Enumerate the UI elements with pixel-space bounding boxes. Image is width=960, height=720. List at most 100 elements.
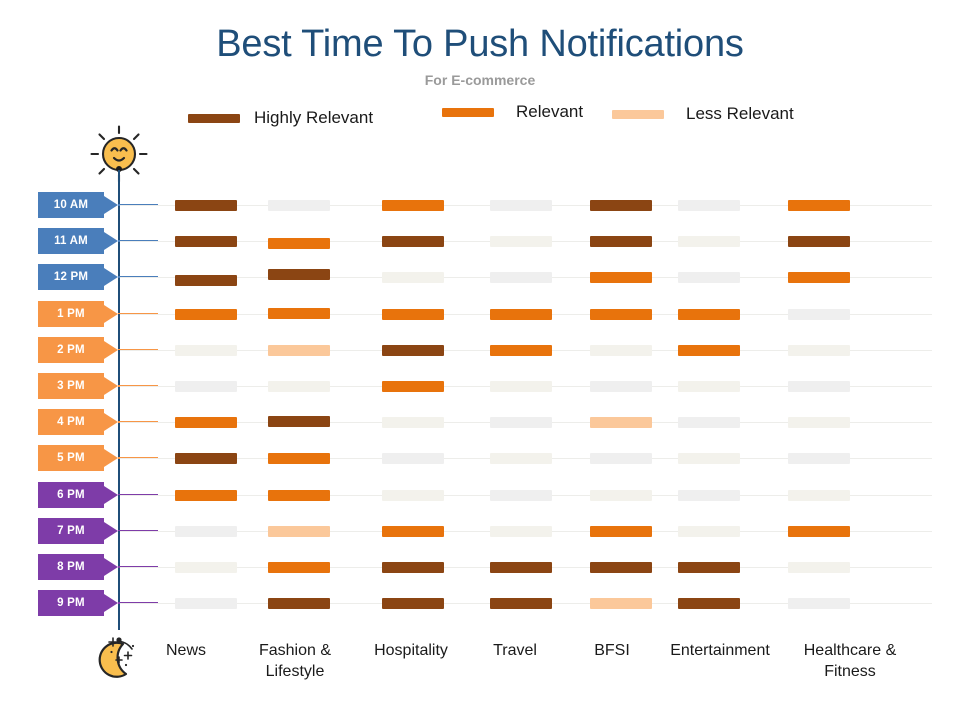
heatmap-cell[interactable] (268, 562, 330, 573)
heatmap-cell[interactable] (382, 598, 444, 610)
heatmap-cell[interactable] (382, 381, 444, 392)
heatmap-cell[interactable] (268, 238, 330, 250)
heatmap-cell[interactable] (382, 562, 444, 573)
heatmap-cell[interactable] (490, 562, 552, 573)
heatmap-cell[interactable] (175, 417, 237, 429)
time-label-11-am: 11 AM (38, 228, 158, 255)
heatmap-cell[interactable] (678, 236, 740, 248)
heatmap-cell[interactable] (490, 381, 552, 392)
heatmap-cell[interactable] (788, 200, 850, 211)
heatmap-cell[interactable] (382, 489, 444, 501)
legend-item-less-relevant: Less Relevant (612, 104, 794, 124)
heatmap-cell[interactable] (268, 344, 330, 356)
heatmap-cell[interactable] (175, 200, 237, 211)
time-label-arrow (104, 449, 118, 468)
heatmap-cell[interactable] (678, 200, 740, 211)
heatmap-cell[interactable] (590, 417, 652, 429)
heatmap-cell[interactable] (590, 489, 652, 501)
category-label-bfsi: BFSI (594, 642, 630, 659)
heatmap-cell[interactable] (382, 344, 444, 356)
heatmap-cell[interactable] (382, 525, 444, 537)
legend-swatch-highly-relevant (188, 113, 240, 123)
heatmap-cell[interactable] (678, 562, 740, 573)
heatmap-cell[interactable] (175, 236, 237, 248)
heatmap-cell[interactable] (590, 236, 652, 248)
heatmap-cell[interactable] (788, 417, 850, 429)
heatmap-cell[interactable] (678, 272, 740, 284)
heatmap-cell[interactable] (490, 489, 552, 501)
heatmap-cell[interactable] (490, 417, 552, 429)
time-label-arrow (104, 521, 118, 540)
heatmap-cell[interactable] (788, 562, 850, 573)
heatmap-cell[interactable] (678, 525, 740, 537)
heatmap-cell[interactable] (590, 453, 652, 465)
legend-label-less-relevant: Less Relevant (686, 104, 794, 123)
heatmap-cell[interactable] (590, 598, 652, 610)
heatmap-cell[interactable] (175, 525, 237, 537)
heatmap-cell[interactable] (678, 308, 740, 320)
heatmap-cell[interactable] (788, 308, 850, 320)
heatmap-cell[interactable] (268, 200, 330, 211)
category-label-entertainment: Entertainment (670, 642, 770, 659)
heatmap-cell[interactable] (490, 200, 552, 211)
heatmap-cell[interactable] (788, 381, 850, 392)
heatmap-cell[interactable] (590, 272, 652, 284)
heatmap-cell[interactable] (175, 275, 237, 287)
heatmap-cell[interactable] (175, 489, 237, 501)
heatmap-cell[interactable] (268, 525, 330, 537)
heatmap-cell[interactable] (175, 562, 237, 573)
heatmap-cell[interactable] (268, 381, 330, 392)
heatmap-cell[interactable] (788, 272, 850, 284)
heatmap-cell[interactable] (590, 525, 652, 537)
heatmap-cell[interactable] (590, 381, 652, 392)
heatmap-cell[interactable] (175, 344, 237, 356)
heatmap-cell[interactable] (175, 381, 237, 392)
heatmap-cell[interactable] (490, 344, 552, 356)
heatmap-cell[interactable] (268, 453, 330, 465)
heatmap-cell[interactable] (268, 598, 330, 610)
heatmap-cell[interactable] (788, 489, 850, 501)
heatmap-cell[interactable] (678, 344, 740, 356)
heatmap-cell[interactable] (382, 236, 444, 248)
notification-timing-chart: Best Time To Push Notifications For E-co… (0, 0, 960, 720)
heatmap-cell[interactable] (490, 236, 552, 248)
time-label-arrow (104, 594, 118, 613)
time-label-text: 10 AM (53, 199, 89, 211)
heatmap-cell[interactable] (490, 525, 552, 537)
heatmap-cell[interactable] (490, 272, 552, 284)
heatmap-cell[interactable] (382, 200, 444, 211)
heatmap-cell[interactable] (678, 598, 740, 610)
heatmap-cell[interactable] (678, 489, 740, 501)
heatmap-cell[interactable] (788, 344, 850, 356)
legend-swatch-relevant (442, 107, 494, 117)
heatmap-cell[interactable] (788, 236, 850, 248)
heatmap-cell[interactable] (490, 598, 552, 610)
heatmap-cell[interactable] (382, 417, 444, 429)
heatmap-cell[interactable] (678, 453, 740, 465)
heatmap-cell[interactable] (382, 453, 444, 465)
heatmap-cell[interactable] (382, 272, 444, 284)
heatmap-cell[interactable] (678, 417, 740, 429)
heatmap-cell[interactable] (268, 489, 330, 501)
heatmap-cell[interactable] (590, 344, 652, 356)
heatmap-cell[interactable] (268, 416, 330, 428)
heatmap-cell[interactable] (382, 308, 444, 320)
heatmap-cell[interactable] (268, 269, 330, 281)
legend-label-highly-relevant: Highly Relevant (254, 108, 374, 127)
heatmap-cell[interactable] (788, 525, 850, 537)
heatmap-cell[interactable] (590, 200, 652, 211)
time-label-arrow (104, 558, 118, 576)
heatmap-cell[interactable] (175, 308, 237, 320)
heatmap-cell[interactable] (490, 453, 552, 465)
heatmap-cell[interactable] (788, 598, 850, 610)
heatmap-cell[interactable] (175, 453, 237, 465)
heatmap-cell[interactable] (590, 308, 652, 320)
time-label-1-pm: 1 PM (38, 300, 158, 327)
heatmap-cell[interactable] (490, 308, 552, 320)
chart-subtitle: For E-commerce (424, 72, 536, 88)
heatmap-cell[interactable] (590, 562, 652, 573)
heatmap-cell[interactable] (268, 307, 330, 319)
heatmap-cell[interactable] (678, 381, 740, 392)
heatmap-cell[interactable] (788, 453, 850, 465)
heatmap-cell[interactable] (175, 598, 237, 610)
